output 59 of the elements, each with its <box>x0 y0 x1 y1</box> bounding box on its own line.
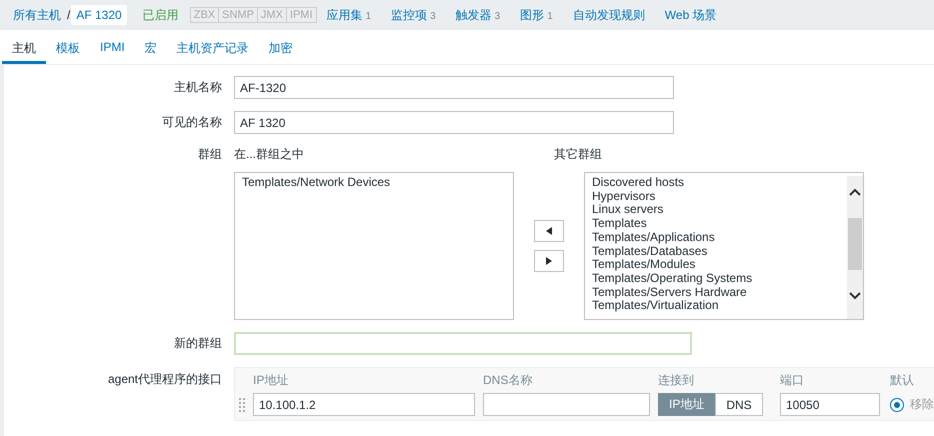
listbox[interactable]: Templates/Network Devices <box>234 172 514 320</box>
nav-link[interactable]: 自动发现规则 <box>572 6 645 24</box>
list-heading: 其它群组 <box>554 146 603 163</box>
nav-link[interactable]: 应用集 1 <box>326 6 372 24</box>
breadcrumb-link[interactable]: AF 1320 <box>71 5 127 25</box>
input-field[interactable] <box>234 332 692 355</box>
tab[interactable]: 宏 <box>134 30 167 64</box>
chevron-up-icon[interactable] <box>849 188 861 196</box>
drag-handle-icon[interactable] <box>239 396 245 412</box>
input-field[interactable]: AF-1320 <box>234 76 674 99</box>
list-heading: 在...群组之中 <box>234 146 306 163</box>
breadcrumb-separator: / <box>66 8 72 22</box>
list-item[interactable]: Hypervisors <box>592 190 847 204</box>
chevron-down-icon[interactable] <box>849 292 861 300</box>
column-header: IP地址 <box>253 372 290 389</box>
list-item[interactable]: Linux servers <box>592 203 847 218</box>
column-header: 连接到 <box>658 372 695 389</box>
list-item[interactable]: Templates <box>592 217 847 231</box>
connect-toggle[interactable]: DNS <box>715 393 763 416</box>
breadcrumb-link[interactable]: 所有主机 <box>8 4 66 26</box>
tab[interactable]: 模板 <box>46 30 90 64</box>
column-header: 端口 <box>780 372 805 389</box>
list-item[interactable]: Templates/Databases <box>592 244 847 258</box>
list-item[interactable]: Templates/Applications <box>592 230 847 245</box>
right-triangle-icon <box>545 257 553 265</box>
tab[interactable]: IPMI <box>90 30 135 64</box>
list-item[interactable]: Templates/Virtualization <box>592 299 847 314</box>
listbox[interactable]: Discovered hosts Hypervisors Linux servers Templates Templates/Applications Templates/Databases Templates/Modules Templates/Operating Systems Templates/Servers Hardware Templates/Virtualization <box>584 172 864 320</box>
nav-link[interactable]: 监控项 3 <box>391 6 436 24</box>
scrollbar[interactable] <box>847 176 863 319</box>
column-header: DNS名称 <box>483 372 534 389</box>
field-label: 群组 <box>197 146 222 163</box>
availability-tag: JMX <box>256 7 287 23</box>
nav-link[interactable]: Web 场景 <box>664 6 717 24</box>
column-header: 默认 <box>890 372 915 389</box>
field-label: 主机名称 <box>173 79 222 96</box>
list-item[interactable]: Templates/Network Devices <box>242 176 506 190</box>
default-radio[interactable] <box>890 398 904 412</box>
dns-input[interactable] <box>483 393 650 416</box>
move-right-button[interactable] <box>534 250 564 272</box>
ip-input[interactable]: 10.100.1.2 <box>253 393 475 416</box>
availability-tag: IPMI <box>286 7 317 23</box>
input-field[interactable]: AF 1320 <box>234 111 674 134</box>
list-item[interactable]: Templates/Modules <box>592 258 847 272</box>
list-item[interactable]: Templates/Operating Systems <box>592 272 847 286</box>
nav-link[interactable]: 触发器 3 <box>456 6 500 24</box>
availability-tag: ZBX <box>190 7 220 23</box>
field-label: 新的群组 <box>173 335 222 352</box>
tab[interactable]: 主机资产记录 <box>166 30 259 64</box>
left-triangle-icon <box>545 227 553 235</box>
field-label: agent代理程序的接口 <box>106 371 222 388</box>
tab[interactable]: 加密 <box>258 30 303 64</box>
nav-link[interactable]: 图形 1 <box>520 6 553 24</box>
list-item[interactable]: Templates/Servers Hardware <box>592 286 847 300</box>
availability-tag: SNMP <box>218 7 258 23</box>
move-left-button[interactable] <box>534 220 564 242</box>
field-label: 可见的名称 <box>161 114 222 131</box>
list-item[interactable]: Discovered hosts <box>592 176 847 190</box>
port-input[interactable]: 10050 <box>780 393 880 416</box>
